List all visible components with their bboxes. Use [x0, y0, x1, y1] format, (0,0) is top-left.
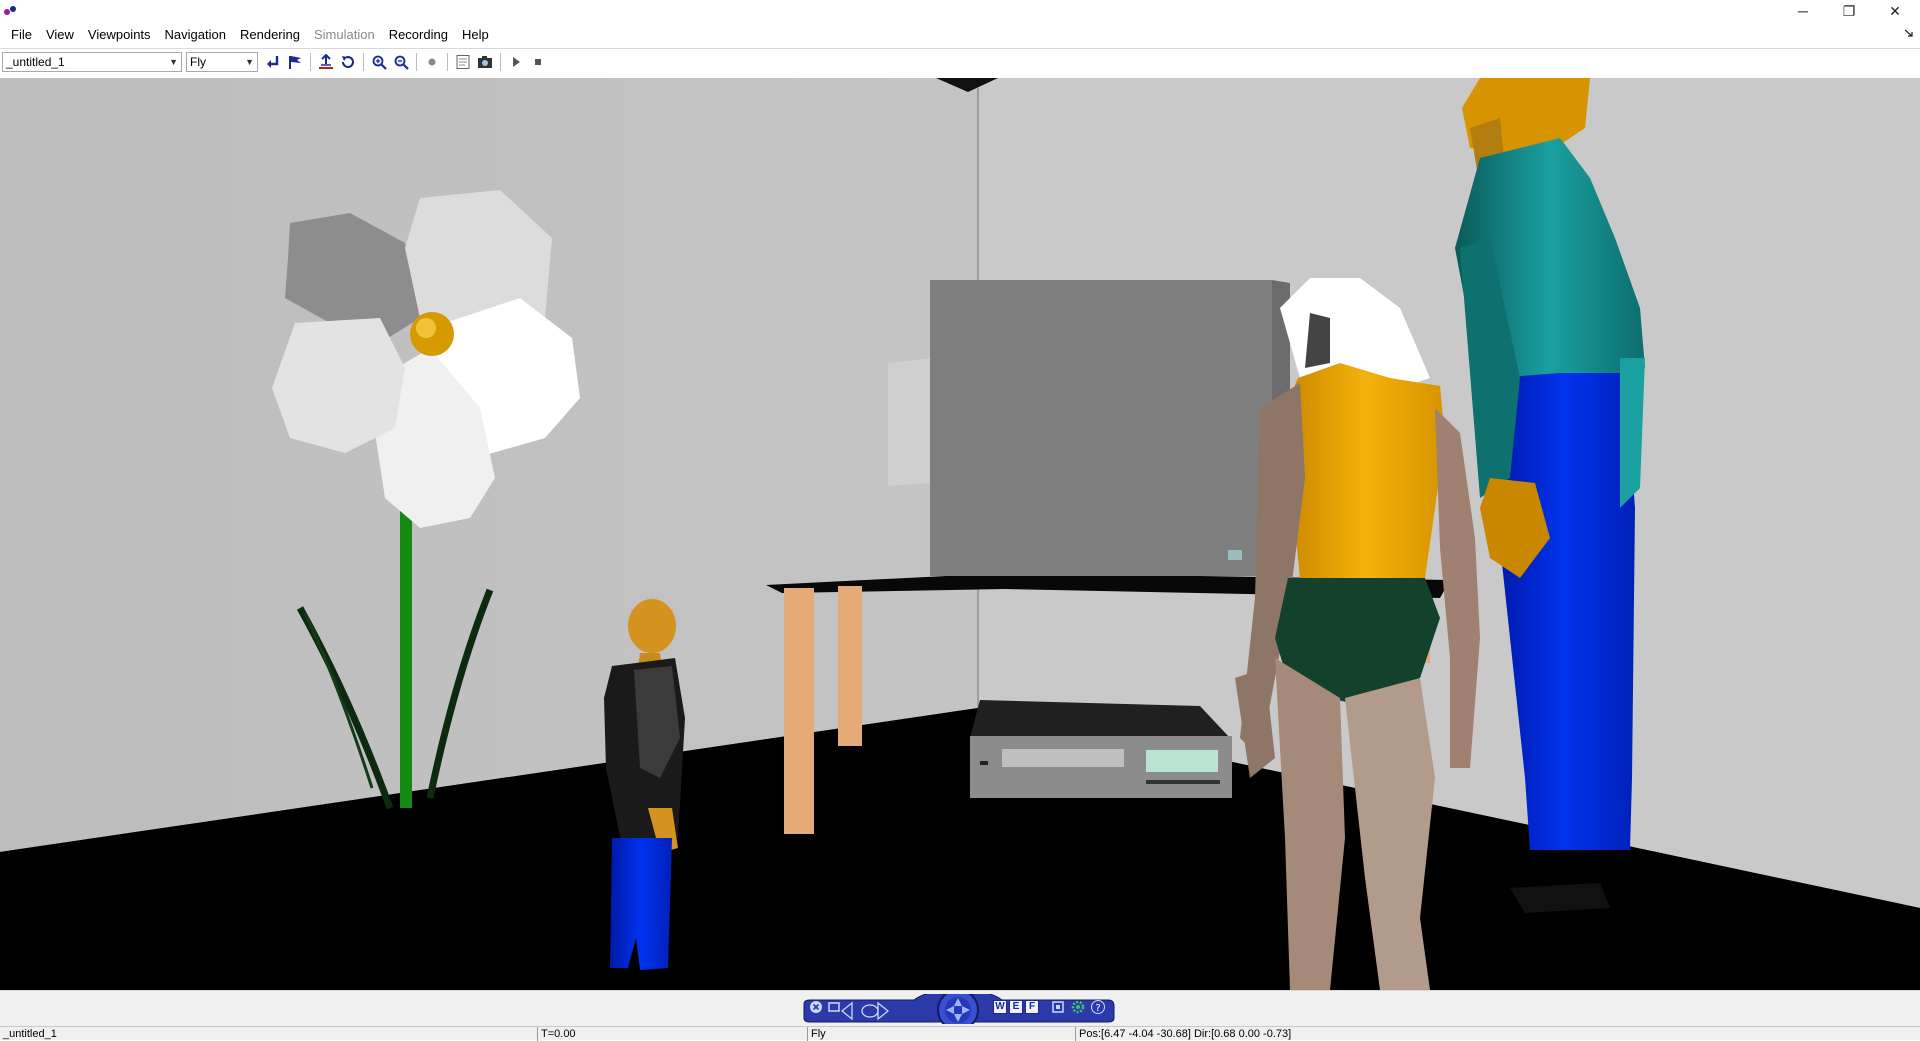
settings-button[interactable]	[1070, 999, 1086, 1015]
navigation-wheel[interactable]	[938, 993, 978, 1021]
gear-icon	[1071, 1000, 1085, 1014]
previous-viewpoint-button[interactable]	[262, 51, 284, 73]
resize-corner-icon[interactable]	[1904, 29, 1914, 37]
menu-bar: File View Viewpoints Navigation Renderin…	[0, 24, 1920, 46]
help-glyph: ?	[1095, 1003, 1100, 1014]
menu-file[interactable]: File	[4, 24, 39, 46]
restore-view-button[interactable]	[337, 51, 359, 73]
flag-icon	[289, 55, 301, 69]
app-logo-icon	[4, 6, 16, 15]
fit-view-button[interactable]	[1050, 999, 1066, 1015]
zoom-in-button[interactable]	[368, 51, 390, 73]
close-dashboard-button[interactable]	[808, 999, 824, 1015]
play-button[interactable]	[505, 51, 527, 73]
navigation-bar: W E F ?	[0, 990, 1920, 1026]
menu-navigation[interactable]: Navigation	[158, 24, 233, 46]
walk-button[interactable]: W	[993, 1000, 1007, 1014]
snapshot-button[interactable]	[474, 51, 496, 73]
menu-viewpoints[interactable]: Viewpoints	[81, 24, 158, 46]
chevron-down-icon: ▼	[169, 56, 178, 67]
toolbar: _untitled_1 ▼ Fly ▼	[0, 48, 1920, 74]
play-icon	[513, 56, 520, 67]
camera-icon	[478, 55, 492, 68]
toolbar-separator	[363, 52, 364, 71]
go-home-button[interactable]	[315, 51, 337, 73]
menu-recording[interactable]: Recording	[382, 24, 455, 46]
toolbar-separator	[447, 52, 448, 71]
world-select-value: _untitled_1	[6, 54, 65, 69]
zoom-out-icon	[394, 55, 409, 70]
minimize-icon: ─	[1798, 3, 1808, 19]
toolbar-separator	[500, 52, 501, 71]
menu-help[interactable]: Help	[455, 24, 496, 46]
console-button[interactable]	[452, 51, 474, 73]
toolbar-separator	[416, 52, 417, 71]
title-bar: ─ ❐ ✕	[0, 0, 1920, 22]
menu-rendering[interactable]: Rendering	[233, 24, 307, 46]
help-icon: ?	[1091, 1000, 1105, 1014]
status-time: T=0.00	[537, 1027, 807, 1041]
zoom-in-icon	[372, 55, 387, 70]
close-window-button[interactable]: ✕	[1872, 0, 1918, 22]
pc-tower-model	[970, 700, 1232, 798]
status-mode: Fly	[807, 1027, 1075, 1041]
navigation-mode-select[interactable]: Fly ▼	[186, 51, 258, 72]
monitor-model	[888, 280, 1290, 576]
scene-render	[0, 78, 1920, 990]
menu-view[interactable]: View	[39, 24, 81, 46]
3d-viewport[interactable]	[0, 78, 1920, 990]
status-position: Pos:[6.47 -4.04 -30.68] Dir:[0.68 0.00 -…	[1075, 1027, 1920, 1041]
go-home-icon	[319, 53, 333, 69]
restore-button[interactable]: ❐	[1826, 0, 1872, 22]
status-bar: _untitled_1 T=0.00 Fly Pos:[6.47 -4.04 -…	[0, 1026, 1920, 1041]
toolbar-separator	[310, 52, 311, 71]
fit-view-icon	[1052, 1001, 1064, 1013]
minimize-button[interactable]: ─	[1780, 0, 1826, 22]
slide-control[interactable]	[838, 999, 896, 1015]
undo-arrow-icon	[267, 55, 279, 68]
next-viewpoint-button[interactable]	[284, 51, 306, 73]
navigation-mode-value: Fly	[190, 54, 206, 69]
close-icon	[810, 1001, 822, 1013]
record-icon	[428, 58, 436, 65]
help-button[interactable]: ?	[1090, 999, 1106, 1015]
zoom-out-button[interactable]	[390, 51, 412, 73]
restore-view-icon	[341, 55, 354, 68]
world-select[interactable]: _untitled_1 ▼	[2, 51, 182, 72]
chevron-down-icon: ▼	[245, 56, 254, 67]
fly-button[interactable]: F	[1025, 1000, 1039, 1014]
restore-icon: ❐	[1842, 2, 1856, 19]
stop-button[interactable]	[527, 51, 549, 73]
menu-simulation[interactable]: Simulation	[307, 24, 382, 46]
document-icon	[456, 54, 470, 69]
record-button[interactable]	[421, 51, 443, 73]
status-world: _untitled_1	[3, 1028, 57, 1040]
close-icon: ✕	[1889, 2, 1901, 19]
examine-button[interactable]: E	[1009, 1000, 1023, 1014]
stop-icon	[535, 58, 541, 65]
